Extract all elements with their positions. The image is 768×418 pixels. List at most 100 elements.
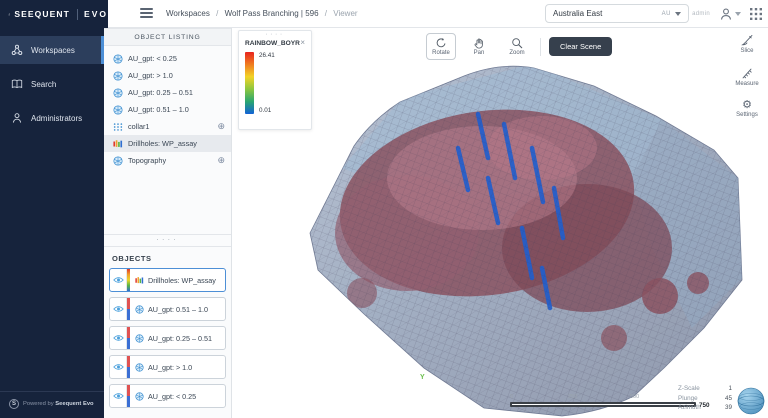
- close-icon[interactable]: ×: [300, 39, 305, 47]
- object-listing-item-drillholes[interactable]: Drillholes: WP_assay: [104, 135, 231, 152]
- sidebar-item-administrators[interactable]: Administrators: [0, 104, 104, 132]
- object-listing-panel: OBJECT LISTING AU_gpt: < 0.25 AU_gpt: > …: [104, 28, 232, 418]
- axis-y-marker: Y: [420, 374, 425, 381]
- breadcrumb-workspaces[interactable]: Workspaces: [166, 9, 210, 18]
- zoom-tool-button[interactable]: Zoom: [502, 33, 532, 60]
- magnifier-icon: [511, 37, 523, 49]
- orientation-globe[interactable]: [737, 387, 765, 415]
- scale-tick-label: 0: [510, 394, 513, 400]
- visibility-toggle[interactable]: [110, 298, 127, 320]
- mesh-object-icon: [135, 334, 144, 343]
- scene-object-card[interactable]: AU_gpt: 0.25 – 0.51: [109, 326, 226, 350]
- scene-object-card[interactable]: AU_gpt: 0.51 – 1.0: [109, 297, 226, 321]
- rotate-tool-button[interactable]: Rotate: [426, 33, 456, 60]
- mesh-object-icon: [135, 392, 144, 401]
- main-sidebar: Workspaces Search Administrators S Power…: [0, 28, 104, 418]
- add-to-scene-button[interactable]: ⊕: [217, 156, 225, 165]
- object-listing-header: OBJECT LISTING: [104, 28, 231, 46]
- scale-tick-label: 250: [568, 394, 577, 400]
- readout-row: Z-Scale 1: [678, 385, 732, 392]
- powered-by-label: Powered by Seequent Evo: [23, 401, 94, 407]
- scale-bar-rule: [510, 402, 696, 407]
- mesh-object-icon: [113, 105, 123, 115]
- object-listing-item[interactable]: AU_gpt: > 1.0: [104, 67, 231, 84]
- chevron-down-icon: [675, 12, 681, 16]
- eye-icon: [113, 392, 124, 400]
- apps-grid-button[interactable]: [750, 8, 762, 20]
- breadcrumb-workspace-name[interactable]: Wolf Pass Branching | 596: [225, 9, 319, 18]
- user-area: admin: [692, 0, 762, 28]
- settings-tool-button[interactable]: ⚙ Settings: [730, 100, 764, 118]
- sidebar-footer: S Powered by Seequent Evo: [0, 391, 104, 418]
- object-listing-item-topography[interactable]: Topography ⊕: [104, 152, 231, 169]
- points-table-icon: [113, 122, 123, 132]
- legend-min-value: 0.01: [259, 107, 271, 114]
- mesh-object-icon: [113, 156, 123, 166]
- add-to-scene-button[interactable]: ⊕: [217, 122, 225, 131]
- scene-object-card-drillholes[interactable]: Drillholes: WP_assay: [109, 268, 226, 292]
- seequent-s-icon: [8, 8, 10, 21]
- sidebar-item-search[interactable]: Search: [0, 70, 104, 98]
- legend-title: RAINBOW_BOYR: [245, 40, 300, 47]
- mesh-object-icon: [135, 305, 144, 314]
- breadcrumb-viewer: Viewer: [333, 9, 357, 18]
- search-map-icon: [11, 78, 23, 90]
- scene-3d[interactable]: [232, 28, 768, 418]
- eye-icon: [113, 363, 124, 371]
- apps-grid-icon: [750, 8, 762, 20]
- sidebar-item-label: Workspaces: [31, 46, 75, 55]
- object-listing-item[interactable]: AU_gpt: 0.51 – 1.0: [104, 101, 231, 118]
- chevron-down-icon: [735, 12, 741, 16]
- legend-panel[interactable]: ···· RAINBOW_BOYR × 26.41 0.01: [238, 30, 312, 130]
- breadcrumb: Workspaces / Wolf Pass Branching | 596 /…: [166, 9, 358, 18]
- rotate-icon: [435, 37, 447, 49]
- visibility-toggle[interactable]: [110, 356, 127, 378]
- viewer-toolbar: Rotate Pan Zoom Clear Scene: [426, 33, 612, 60]
- app-window: SEEQUENT EVO Workspaces / Wolf Pass Bran…: [0, 0, 768, 418]
- legend-gradient-bar: [245, 52, 254, 114]
- visibility-toggle[interactable]: [110, 269, 127, 291]
- region-value: Australia East: [553, 9, 662, 18]
- objects-panel-title: OBJECTS: [112, 254, 226, 263]
- user-menu-button[interactable]: [719, 7, 741, 21]
- object-listing-item-collar1[interactable]: collar1 ⊕: [104, 118, 231, 135]
- region-code: AU: [662, 11, 671, 17]
- clear-scene-button[interactable]: Clear Scene: [549, 37, 612, 56]
- measure-tool-button[interactable]: Measure: [730, 67, 764, 87]
- slice-knife-icon: [741, 34, 754, 47]
- menu-icon[interactable]: [140, 8, 153, 19]
- region-select[interactable]: Australia East AU: [545, 4, 689, 23]
- legend-max-value: 26.41: [259, 52, 275, 59]
- viewer-3d: ···· RAINBOW_BOYR × 26.41 0.01 Rotate: [232, 28, 768, 418]
- slice-tool-button[interactable]: Slice: [730, 34, 764, 54]
- brand-logo[interactable]: SEEQUENT EVO: [0, 0, 108, 28]
- scale-tick-label: 500: [630, 394, 639, 400]
- eye-icon: [113, 305, 124, 313]
- toolbar-separator: [540, 38, 541, 56]
- object-listing-item[interactable]: AU_gpt: 0.25 – 0.51: [104, 84, 231, 101]
- viewer-side-tools: Slice Measure ⚙ Settings: [730, 34, 764, 118]
- object-listing-item[interactable]: AU_gpt: < 0.25: [104, 50, 231, 67]
- gear-icon: ⚙: [742, 100, 752, 111]
- panel-resize-handle[interactable]: ····: [104, 234, 231, 246]
- mesh-object-icon: [113, 54, 123, 64]
- drillhole-bars-icon: [135, 276, 144, 285]
- user-name-label: admin: [692, 11, 710, 17]
- workspaces-icon: [11, 44, 23, 56]
- object-listing-list: AU_gpt: < 0.25 AU_gpt: > 1.0 AU_gpt: 0.2…: [104, 46, 231, 169]
- sidebar-item-label: Search: [31, 80, 56, 89]
- scene-object-card[interactable]: AU_gpt: < 0.25: [109, 384, 226, 408]
- top-bar: SEEQUENT EVO Workspaces / Wolf Pass Bran…: [0, 0, 768, 28]
- scene-object-card[interactable]: AU_gpt: > 1.0: [109, 355, 226, 379]
- sidebar-item-workspaces[interactable]: Workspaces: [0, 36, 104, 64]
- visibility-toggle[interactable]: [110, 327, 127, 349]
- mesh-object-icon: [113, 88, 123, 98]
- product-name: EVO: [84, 9, 108, 19]
- measure-ruler-icon: [741, 67, 754, 80]
- orientation-readout: Z-Scale 1 Plunge 45 Azimuth 39: [678, 383, 732, 412]
- eye-icon: [113, 334, 124, 342]
- pan-tool-button[interactable]: Pan: [464, 33, 494, 60]
- pan-hand-icon: [473, 37, 485, 49]
- readout-row: Plunge 45: [678, 395, 732, 402]
- visibility-toggle[interactable]: [110, 385, 127, 407]
